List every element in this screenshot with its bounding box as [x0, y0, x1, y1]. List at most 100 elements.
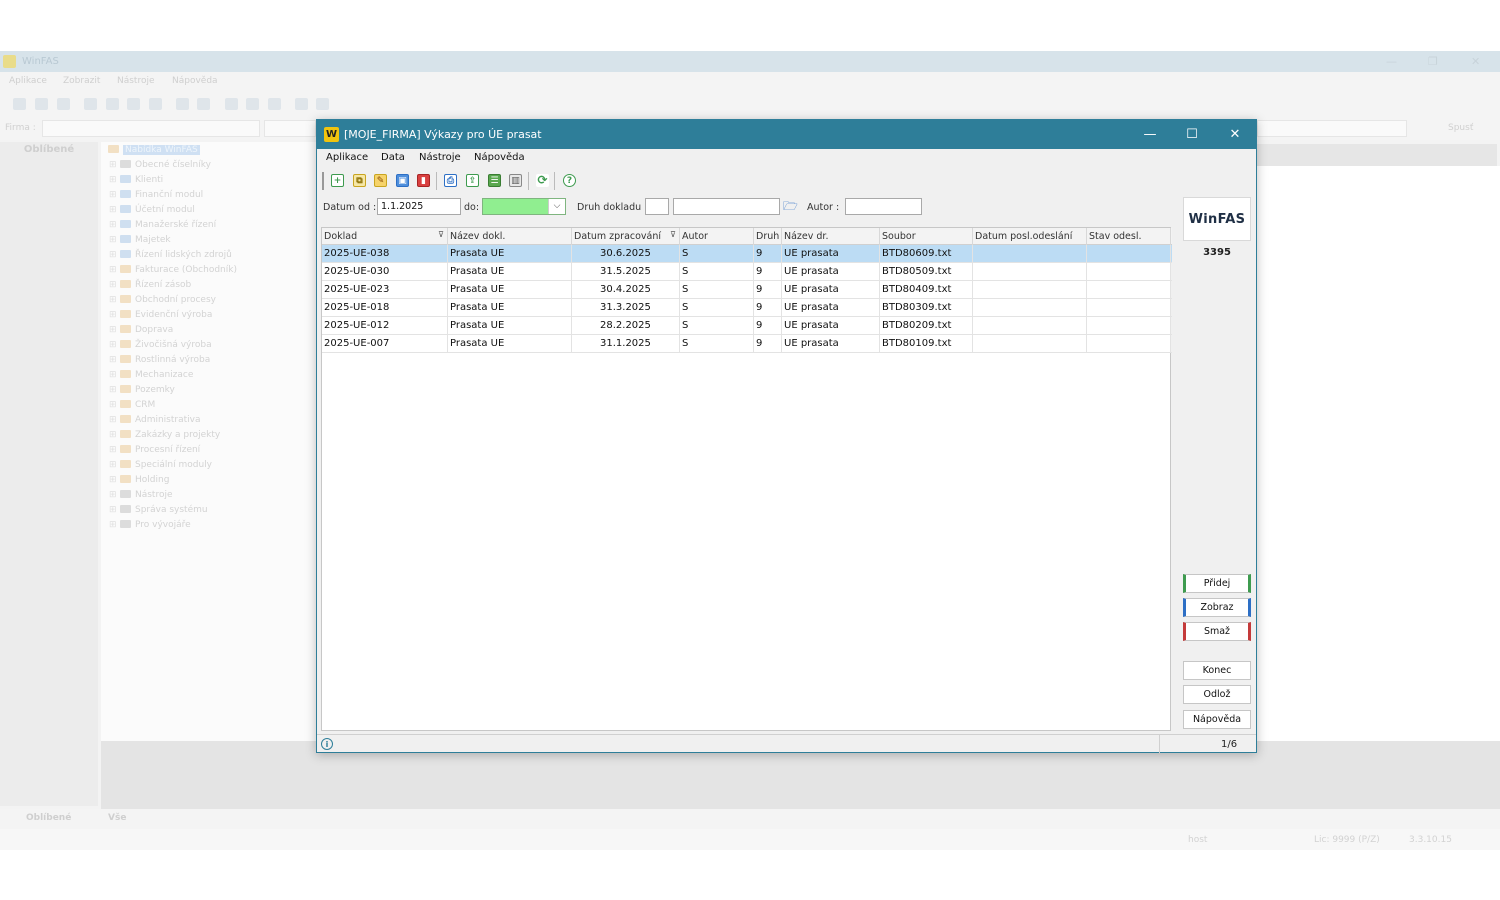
columns-icon[interactable]: ▥ [507, 172, 524, 189]
expand-icon[interactable]: ⊞ [109, 370, 117, 380]
expand-icon[interactable]: ⊞ [109, 220, 117, 230]
column-druh[interactable]: Druh [754, 228, 782, 245]
expand-icon[interactable]: ⊞ [109, 295, 117, 305]
tree-item[interactable]: ⊞ Fakturace (Obchodník) [109, 265, 237, 279]
expand-icon[interactable]: ⊞ [109, 445, 117, 455]
konec-button[interactable]: Konec [1183, 661, 1251, 680]
table-row[interactable]: 2025-UE-018 Prasata UE 31.3.2025 S 9 UE prasa… [322, 299, 1172, 317]
bg-menu-nastroje[interactable]: Nástroje [117, 76, 155, 86]
napoveda-button[interactable]: Nápověda [1183, 710, 1251, 729]
chevron-down-icon[interactable]: ⌵ [548, 199, 565, 214]
expand-icon[interactable]: ⊞ [109, 250, 117, 260]
tree-item[interactable]: ⊞ Obecné číselníky [109, 160, 211, 174]
menu-data[interactable]: Data [381, 152, 405, 163]
expand-icon[interactable]: ⊞ [109, 280, 117, 290]
expand-icon[interactable]: ⊞ [109, 430, 117, 440]
tree-item[interactable]: ⊞ Procesní řízení [109, 445, 200, 459]
expand-icon[interactable]: ⊞ [109, 160, 117, 170]
column-stav-odesl[interactable]: Stav odesl. [1087, 228, 1171, 245]
table-row[interactable]: 2025-UE-038 Prasata UE 30.6.2025 S 9 UE prasa… [322, 245, 1172, 263]
column-datum-zpracovani[interactable]: Datum zpracování ⊽ [572, 228, 680, 245]
tree-item[interactable]: ⊞ Speciální moduly [109, 460, 212, 474]
tab-vse[interactable]: Vše [108, 813, 126, 823]
odloz-button[interactable]: Odlož [1183, 685, 1251, 704]
spust-button[interactable]: Spusť [1448, 123, 1473, 133]
view-icon[interactable]: ▣ [394, 172, 411, 189]
column-datum-posl-odeslani[interactable]: Datum posl.odeslání [973, 228, 1087, 245]
expand-icon[interactable]: ⊞ [109, 265, 117, 275]
bg-menu-zobrazit[interactable]: Zobrazit [63, 76, 100, 86]
bg-tool-icon[interactable] [84, 98, 97, 110]
druh-name-input[interactable] [673, 198, 780, 215]
expand-icon[interactable]: ⊞ [109, 235, 117, 245]
tree-item[interactable]: ⊞ Správa systému [109, 505, 208, 519]
tree-item[interactable]: ⊞ Nástroje [109, 490, 173, 504]
bg-tool-icon[interactable] [295, 98, 308, 110]
bg-tool-icon[interactable] [127, 98, 140, 110]
help-icon[interactable]: ? [561, 172, 578, 189]
expand-icon[interactable]: ⊞ [109, 205, 117, 215]
pridej-button[interactable]: Přidej [1183, 574, 1251, 593]
tree-item[interactable]: ⊞ Pozemky [109, 385, 175, 399]
refresh-icon[interactable]: ⟳ [534, 172, 551, 189]
tree-item[interactable]: ⊞ Obchodní procesy [109, 295, 216, 309]
bg-tool-icon[interactable] [106, 98, 119, 110]
bg-tool-icon[interactable] [35, 98, 48, 110]
table-row[interactable]: 2025-UE-030 Prasata UE 31.5.2025 S 9 UE prasa… [322, 263, 1172, 281]
bg-tool-icon[interactable] [246, 98, 259, 110]
table-row[interactable]: 2025-UE-023 Prasata UE 30.4.2025 S 9 UE prasa… [322, 281, 1172, 299]
expand-icon[interactable]: ⊞ [109, 310, 117, 320]
datum-od-input[interactable]: 1.1.2025 [377, 198, 461, 215]
minimize-icon[interactable]: — [1386, 55, 1397, 68]
bg-tool-icon[interactable] [176, 98, 189, 110]
restore-icon[interactable]: ❐ [1428, 55, 1438, 68]
expand-icon[interactable]: ⊞ [109, 490, 117, 500]
table-row[interactable]: 2025-UE-007 Prasata UE 31.1.2025 S 9 UE prasa… [322, 335, 1172, 353]
menu-tree[interactable]: Nabídka WinFAS ⊞ Obecné číselníky ⊞ Klienti… [101, 142, 317, 790]
expand-icon[interactable]: ⊞ [109, 190, 117, 200]
druh-code-input[interactable] [645, 198, 669, 215]
bg-tool-icon[interactable] [197, 98, 210, 110]
info-icon[interactable]: i [321, 738, 333, 750]
bg-help-icon[interactable] [316, 98, 329, 110]
tree-item[interactable]: ⊞ CRM [109, 400, 155, 414]
tree-item[interactable]: ⊞ Majetek [109, 235, 171, 249]
tree-item[interactable]: ⊞ Rostlinná výroba [109, 355, 210, 369]
bg-tool-icon[interactable] [225, 98, 238, 110]
expand-icon[interactable]: ⊞ [109, 415, 117, 425]
folder-open-icon[interactable]: 🗁 [783, 199, 799, 214]
expand-icon[interactable]: ⊞ [109, 355, 117, 365]
bg-tool-icon[interactable] [149, 98, 162, 110]
tree-item[interactable]: ⊞ Zakázky a projekty [109, 430, 220, 444]
expand-icon[interactable]: ⊞ [109, 505, 117, 515]
tree-item[interactable]: ⊞ Mechanizace [109, 370, 193, 384]
expand-icon[interactable]: ⊞ [109, 400, 117, 410]
menu-aplikace[interactable]: Aplikace [326, 152, 368, 163]
tree-item[interactable]: ⊞ Administrativa [109, 415, 201, 429]
delete-icon[interactable]: ▮ [415, 172, 432, 189]
print-icon[interactable]: ⎙ [442, 172, 459, 189]
tree-item[interactable]: ⊞ Finanční modul [109, 190, 203, 204]
maximize-icon[interactable]: ☐ [1177, 124, 1207, 146]
menu-napoveda[interactable]: Nápověda [474, 152, 525, 163]
tree-item[interactable]: ⊞ Účetní modul [109, 205, 195, 219]
expand-icon[interactable]: ⊞ [109, 340, 117, 350]
expand-icon[interactable]: ⊞ [109, 475, 117, 485]
menu-nastroje[interactable]: Nástroje [419, 152, 461, 163]
column-nazev-dokl[interactable]: Název dokl. [448, 228, 572, 245]
expand-icon[interactable]: ⊞ [109, 175, 117, 185]
column-soubor[interactable]: Soubor [880, 228, 973, 245]
firma-input-2[interactable] [264, 120, 316, 137]
add-icon[interactable]: + [329, 172, 346, 189]
dialog-title-bar[interactable]: W [MOJE_FIRMA] Výkazy pro ÚE prasat — ☐ … [317, 120, 1256, 149]
tree-item[interactable]: ⊞ Holding [109, 475, 169, 489]
tree-item[interactable]: ⊞ Řízení zásob [109, 280, 191, 294]
tree-item[interactable]: ⊞ Klienti [109, 175, 163, 189]
bg-menu-napoveda[interactable]: Nápověda [172, 76, 218, 86]
column-autor[interactable]: Autor [680, 228, 754, 245]
table-row[interactable]: 2025-UE-012 Prasata UE 28.2.2025 S 9 UE prasa… [322, 317, 1172, 335]
tree-item[interactable]: ⊞ Řízení lidských zdrojů [109, 250, 232, 264]
copy-icon[interactable]: ⧉ [351, 172, 368, 189]
tree-item[interactable]: ⊞ Pro vývojáře [109, 520, 191, 534]
bg-tool-icon[interactable] [13, 98, 26, 110]
